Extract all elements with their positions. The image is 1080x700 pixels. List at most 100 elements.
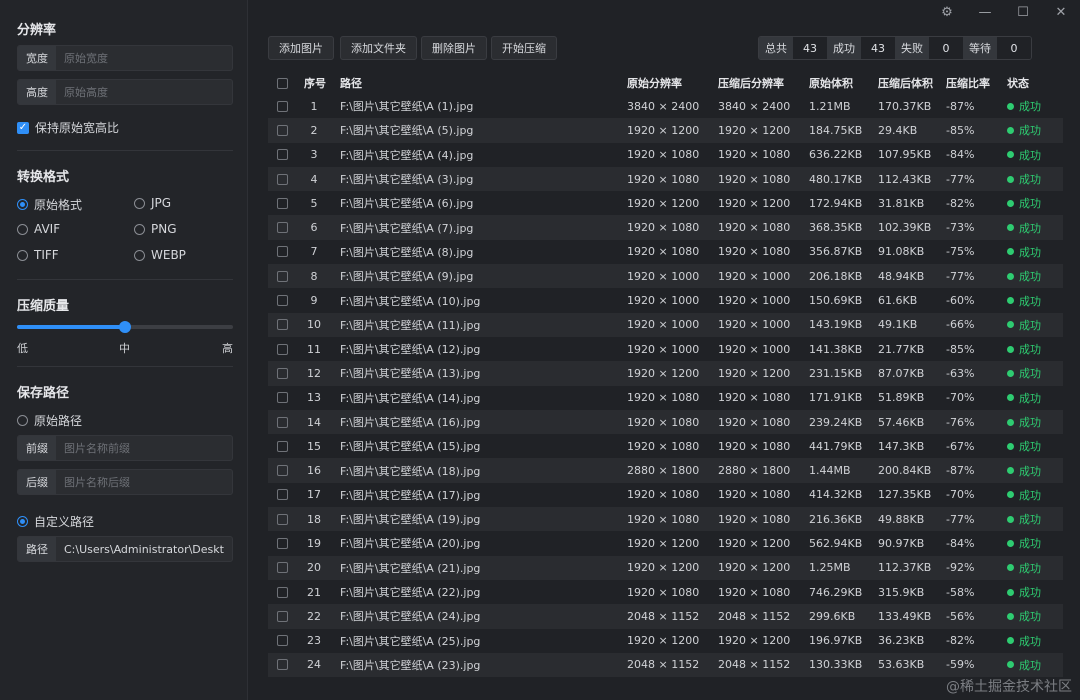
row-status: 成功 [1007, 361, 1041, 385]
path-input[interactable] [56, 537, 232, 561]
format-option-label: TIFF [34, 248, 59, 262]
add-folder-button[interactable]: 添加文件夹 [340, 36, 417, 60]
col-comp-res[interactable]: 压缩后分辨率 [718, 72, 784, 94]
row-checkbox[interactable] [277, 386, 288, 410]
row-checkbox[interactable] [277, 118, 288, 142]
row-orig-size: 150.69KB [809, 294, 863, 308]
col-orig-size[interactable]: 原始体积 [809, 72, 853, 94]
width-input[interactable] [56, 46, 232, 70]
suffix-input[interactable] [56, 470, 232, 494]
row-checkbox[interactable] [277, 483, 288, 507]
row-checkbox[interactable] [277, 653, 288, 677]
row-checkbox[interactable] [277, 531, 288, 555]
row-checkbox[interactable] [277, 556, 288, 580]
col-status[interactable]: 状态 [1007, 72, 1029, 94]
status-text: 成功 [1019, 634, 1041, 648]
table-row[interactable]: 10 F:\图片\其它壁纸\A (11).jpg 1920 × 1000 1920 ×… [268, 312, 1063, 337]
add-image-button[interactable]: 添加图片 [268, 36, 334, 60]
table-row[interactable]: 7 F:\图片\其它壁纸\A (8).jpg 1920 × 1080 1920 × 1… [268, 240, 1063, 264]
status-dot-icon [1007, 418, 1014, 426]
checkbox-icon [277, 659, 288, 671]
table-row[interactable]: 9 F:\图片\其它壁纸\A (10).jpg 1920 × 1000 1920 × … [268, 288, 1063, 312]
format-radio-jpg[interactable]: JPG [134, 196, 171, 210]
format-radio-avif[interactable]: AVIF [17, 222, 60, 236]
table-row[interactable]: 17 F:\图片\其它壁纸\A (17).jpg 1920 × 1080 1920 ×… [268, 483, 1063, 507]
table-row[interactable]: 4 F:\图片\其它壁纸\A (3).jpg 1920 × 1080 1920 × 1… [268, 166, 1063, 192]
checkbox-icon [277, 586, 288, 598]
row-path: F:\图片\其它壁纸\A (10).jpg [340, 294, 481, 308]
format-radio-png[interactable]: PNG [134, 222, 177, 236]
row-checkbox[interactable] [277, 215, 288, 239]
table-row[interactable]: 22 F:\图片\其它壁纸\A (24).jpg 2048 × 1152 2048 ×… [268, 604, 1063, 629]
gear-icon[interactable]: ⚙ [937, 5, 957, 20]
row-checkbox[interactable] [277, 361, 288, 385]
row-checkbox[interactable] [277, 167, 288, 191]
height-input[interactable] [56, 80, 232, 104]
table-row[interactable]: 11 F:\图片\其它壁纸\A (12).jpg 1920 × 1000 1920 ×… [268, 337, 1063, 361]
select-all-checkbox[interactable] [277, 72, 288, 94]
col-path[interactable]: 路径 [340, 72, 362, 94]
status-dot-icon [1007, 539, 1014, 547]
keep-ratio-checkbox[interactable]: ✓ 保持原始宽高比 [17, 119, 119, 136]
format-radio-webp[interactable]: WEBP [134, 248, 186, 262]
table-row[interactable]: 20 F:\图片\其它壁纸\A (21).jpg 1920 × 1200 1920 ×… [268, 555, 1063, 580]
table-row[interactable]: 3 F:\图片\其它壁纸\A (4).jpg 1920 × 1080 1920 × 1… [268, 143, 1063, 167]
row-checkbox[interactable] [277, 264, 288, 288]
table-row[interactable]: 2 F:\图片\其它壁纸\A (5).jpg 1920 × 1200 1920 × 1… [268, 118, 1063, 143]
row-checkbox[interactable] [277, 313, 288, 337]
row-checkbox[interactable] [277, 143, 288, 167]
table-row[interactable]: 18 F:\图片\其它壁纸\A (19).jpg 1920 × 1080 1920 ×… [268, 507, 1063, 532]
table-row[interactable]: 1 F:\图片\其它壁纸\A (1).jpg 3840 × 2400 3840 × 2… [268, 94, 1063, 118]
row-checkbox[interactable] [277, 580, 288, 604]
table-row[interactable]: 24 F:\图片\其它壁纸\A (23).jpg 2048 × 1152 2048 ×… [268, 652, 1063, 678]
table-row[interactable]: 15 F:\图片\其它壁纸\A (15).jpg 1920 × 1080 1920 ×… [268, 434, 1063, 458]
close-icon[interactable]: ✕ [1051, 5, 1071, 20]
row-status: 成功 [1007, 531, 1041, 555]
table-row[interactable]: 12 F:\图片\其它壁纸\A (13).jpg 1920 × 1200 1920 ×… [268, 361, 1063, 386]
col-orig-res[interactable]: 原始分辨率 [627, 72, 682, 94]
save-radio-custom[interactable]: 自定义路径 [17, 513, 94, 530]
row-comp-size: 49.1KB [878, 318, 918, 332]
delete-image-button[interactable]: 删除图片 [421, 36, 487, 60]
format-radio-tiff[interactable]: TIFF [17, 248, 59, 262]
app-window: 分辨率 宽度 高度 ✓ 保持原始宽高比 转换格式 原始格式 JPG AVIF [0, 0, 1080, 700]
table-row[interactable]: 8 F:\图片\其它壁纸\A (9).jpg 1920 × 1000 1920 × 1… [268, 264, 1063, 289]
row-checkbox[interactable] [277, 240, 288, 264]
row-status: 成功 [1007, 94, 1041, 118]
format-radio-original[interactable]: 原始格式 [17, 196, 82, 213]
prefix-input[interactable] [56, 436, 232, 460]
table-row[interactable]: 6 F:\图片\其它壁纸\A (7).jpg 1920 × 1080 1920 × 1… [268, 215, 1063, 240]
row-checkbox[interactable] [277, 507, 288, 531]
save-radio-original[interactable]: 原始路径 [17, 412, 82, 429]
table-row[interactable]: 13 F:\图片\其它壁纸\A (14).jpg 1920 × 1080 1920 ×… [268, 386, 1063, 410]
row-comp-size: 127.35KB [878, 488, 932, 502]
col-comp-size[interactable]: 压缩后体积 [878, 72, 933, 94]
start-compress-button[interactable]: 开始压缩 [491, 36, 557, 60]
row-checkbox[interactable] [277, 94, 288, 118]
row-checkbox[interactable] [277, 410, 288, 434]
row-checkbox[interactable] [277, 288, 288, 312]
col-index[interactable]: 序号 [304, 72, 326, 94]
row-index: 14 [307, 415, 321, 429]
table-row[interactable]: 23 F:\图片\其它壁纸\A (25).jpg 1920 × 1200 1920 ×… [268, 629, 1063, 653]
col-ratio[interactable]: 压缩比率 [946, 72, 990, 94]
table-row[interactable]: 19 F:\图片\其它壁纸\A (20).jpg 1920 × 1200 1920 ×… [268, 531, 1063, 555]
row-checkbox[interactable] [277, 434, 288, 458]
table-row[interactable]: 21 F:\图片\其它壁纸\A (22).jpg 1920 × 1080 1920 ×… [268, 580, 1063, 604]
quality-slider[interactable] [17, 321, 233, 333]
table-row[interactable]: 5 F:\图片\其它壁纸\A (6).jpg 1920 × 1200 1920 × 1… [268, 191, 1063, 215]
row-checkbox[interactable] [277, 604, 288, 628]
row-checkbox[interactable] [277, 191, 288, 215]
minimize-icon[interactable]: — [975, 5, 995, 20]
row-orig-size: 171.91KB [809, 391, 863, 405]
row-status: 成功 [1007, 653, 1041, 677]
table-row[interactable]: 16 F:\图片\其它壁纸\A (18).jpg 2880 × 1800 2880 ×… [268, 458, 1063, 483]
maximize-icon[interactable]: ☐ [1013, 5, 1033, 20]
row-checkbox[interactable] [277, 629, 288, 653]
table-row[interactable]: 14 F:\图片\其它壁纸\A (16).jpg 1920 × 1080 1920 ×… [268, 409, 1063, 435]
quality-slider-handle[interactable] [119, 321, 131, 333]
row-path: F:\图片\其它壁纸\A (17).jpg [340, 488, 481, 502]
row-checkbox[interactable] [277, 337, 288, 361]
row-path: F:\图片\其它壁纸\A (12).jpg [340, 343, 481, 357]
row-checkbox[interactable] [277, 458, 288, 482]
